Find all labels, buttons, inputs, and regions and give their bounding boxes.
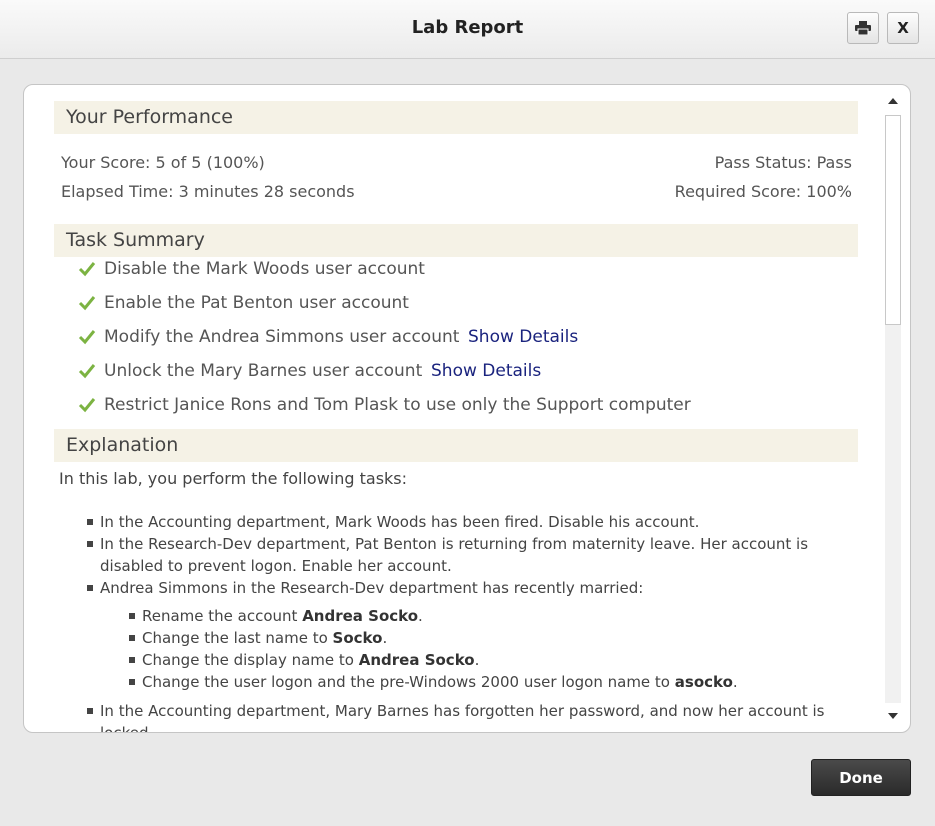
window-title: Lab Report [411,17,524,38]
task-item: Restrict Janice Rons and Tom Plask to us… [104,395,691,415]
scroll-thumb[interactable] [885,115,901,325]
explanation-item-cont: locked [100,722,149,732]
bullet-icon [87,519,93,525]
checkmark-icon [78,330,96,345]
print-button[interactable] [847,12,879,44]
explanation-item: Andrea Simmons in the Research-Dev depar… [100,579,644,597]
bullet-icon [87,708,93,714]
report-panel: Your Performance Your Score: 5 of 5 (100… [23,84,911,733]
explanation-item: In the Accounting department, Mark Woods… [100,513,700,531]
bullet-icon [87,585,93,591]
sub-item: Change the user logon and the pre-Window… [142,673,738,691]
task-item: Unlock the Mary Barnes user account [104,361,423,381]
score-text: Your Score: 5 of 5 (100%) [61,153,265,172]
explanation-intro: In this lab, you perform the following t… [59,469,408,488]
checkmark-icon [78,398,96,413]
sub-item: Rename the account Andrea Socko. [142,607,423,625]
checkmark-icon [78,262,96,277]
explanation-item: In the Research-Dev department, Pat Bent… [100,535,809,553]
task-item: Modify the Andrea Simmons user account [104,327,460,347]
explanation-item-cont: disabled to prevent logon. Enable her ac… [100,557,452,575]
bullet-icon [129,657,135,663]
required-score-text: Required Score: 100% [674,182,852,201]
bullet-icon [129,635,135,641]
title-bar: Lab Report X [0,0,935,59]
bullet-icon [129,679,135,685]
scroll-up-arrow[interactable] [882,91,904,111]
vertical-scrollbar[interactable] [882,91,904,726]
task-item: Enable the Pat Benton user account [104,293,409,313]
pass-status-text: Pass Status: Pass [714,153,852,172]
explanation-item: In the Accounting department, Mary Barne… [100,702,825,720]
report-scroll-area[interactable]: Your Performance Your Score: 5 of 5 (100… [24,85,882,732]
task-item: Disable the Mark Woods user account [104,259,425,279]
elapsed-time-text: Elapsed Time: 3 minutes 28 seconds [61,182,355,201]
explanation-header: Explanation [54,429,858,462]
task-summary-header: Task Summary [54,224,858,257]
checkmark-icon [78,364,96,379]
triangle-down-icon [888,713,898,719]
sub-item: Change the display name to Andrea Socko. [142,651,480,669]
triangle-up-icon [888,98,898,104]
bullet-icon [87,541,93,547]
performance-header: Your Performance [54,101,858,134]
checkmark-icon [78,296,96,311]
show-details-link[interactable]: Show Details [431,361,541,381]
show-details-link[interactable]: Show Details [468,327,578,347]
printer-icon [855,21,871,35]
scroll-down-arrow[interactable] [882,706,904,726]
bullet-icon [129,613,135,619]
done-button[interactable]: Done [811,759,911,796]
sub-item: Change the last name to Socko. [142,629,388,647]
close-button[interactable]: X [887,12,919,44]
